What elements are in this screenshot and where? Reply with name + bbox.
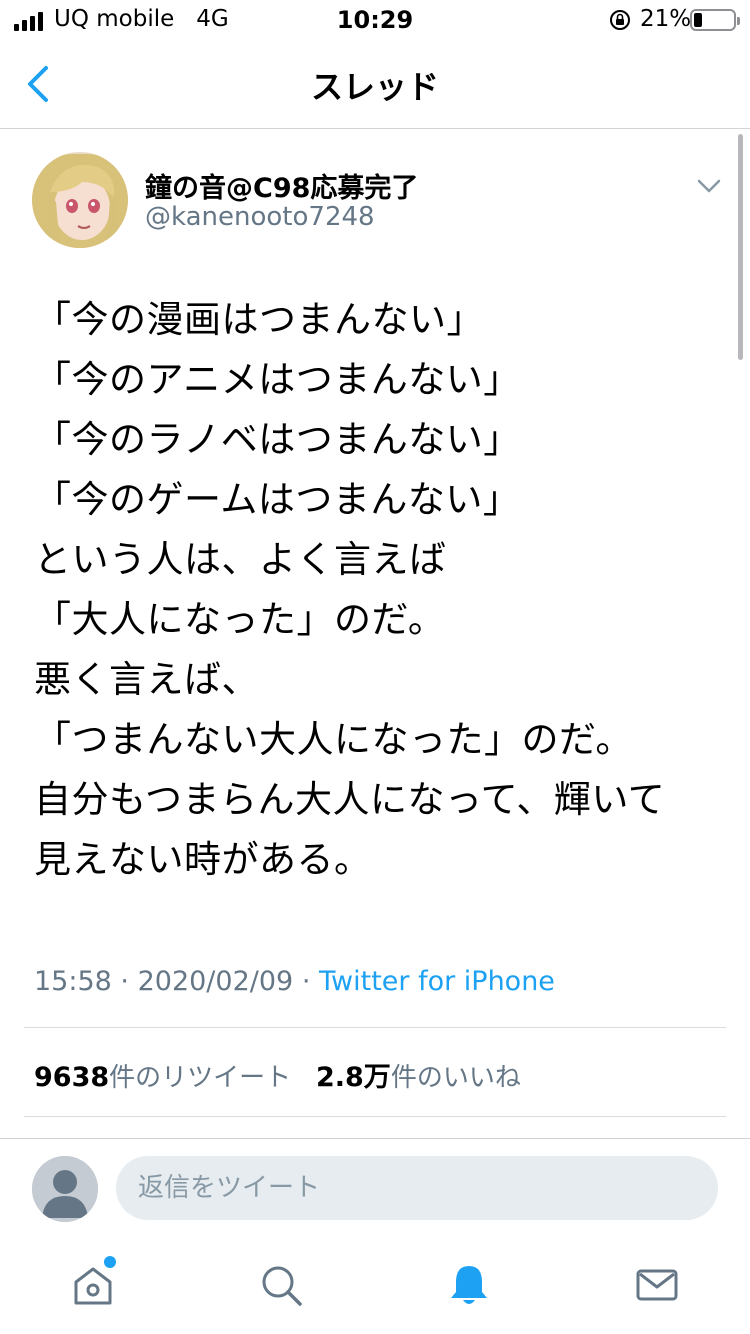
search-icon[interactable]: [258, 1262, 304, 1308]
tweet-line: という人は、よく言えば: [34, 538, 447, 581]
unread-dot: [104, 1256, 116, 1268]
tweet-line: 自分もつまらん大人になって、輝いて: [34, 778, 666, 821]
scroll-indicator: [738, 134, 743, 360]
tab-bar: [0, 1240, 750, 1334]
tweet-meta: 15:58 · 2020/02/09 · Twitter for iPhone: [34, 966, 555, 997]
reply-input[interactable]: 返信をツイート: [116, 1156, 718, 1220]
author-avatar[interactable]: [32, 152, 128, 248]
tweet-date: 2020/02/09: [137, 966, 294, 997]
tweet-line: 「大人になった」のだ。: [34, 598, 446, 641]
home-icon[interactable]: [70, 1262, 116, 1308]
user-avatar[interactable]: [32, 1156, 98, 1222]
tweet-line: 「今のラノベはつまんない」: [34, 418, 521, 461]
like-count: 2.8万: [315, 1062, 391, 1093]
retweet-count: 9638: [34, 1062, 110, 1093]
like-label: 件のいいね: [390, 1063, 521, 1093]
tweet-line: 悪く言えば、: [34, 658, 259, 701]
tweet-line: 見えない時がある。: [34, 838, 372, 881]
battery-percentage: 21%: [640, 6, 692, 32]
rotation-lock-icon: [610, 10, 630, 30]
notifications-icon[interactable]: [446, 1262, 492, 1308]
chevron-down-icon[interactable]: [696, 176, 722, 196]
page-title: スレッド: [310, 68, 439, 106]
like-stat[interactable]: 2.8万件のいいね: [315, 1062, 521, 1093]
reply-bar: 返信をツイート: [0, 1138, 750, 1239]
status-bar: UQ mobile 4G 10:29 21%: [0, 0, 750, 40]
tweet-source-link[interactable]: Twitter for iPhone: [319, 966, 555, 997]
retweet-label: 件のリツイート: [109, 1063, 292, 1093]
divider: [24, 1116, 726, 1117]
divider: [24, 1027, 726, 1028]
navigation-header: スレッド: [0, 40, 750, 129]
tweet-text: 「今の漫画はつまんない」 「今のアニメはつまんない」 「今のラノベはつまんない」…: [34, 290, 734, 890]
tweet-line: 「今のゲームはつまんない」: [34, 478, 521, 521]
tweet-line: 「つまんない大人になった」のだ。: [34, 718, 633, 761]
author-handle[interactable]: @kanenooto7248: [145, 202, 375, 232]
meta-separator: ·: [301, 966, 311, 997]
tweet-line: 「今のアニメはつまんない」: [34, 358, 521, 401]
tweet-line: 「今の漫画はつまんない」: [34, 298, 484, 341]
messages-icon[interactable]: [634, 1262, 680, 1308]
meta-separator: ·: [120, 966, 129, 997]
retweet-stat[interactable]: 9638件のリツイート: [34, 1062, 292, 1093]
tweet-stats: 9638件のリツイート 2.8万件のいいね: [34, 1055, 521, 1094]
battery-icon: [690, 9, 740, 31]
author-name[interactable]: 鐘の音@C98応募完了: [145, 166, 418, 205]
status-time: 10:29: [336, 6, 414, 34]
tweet-time: 15:58: [34, 966, 112, 997]
